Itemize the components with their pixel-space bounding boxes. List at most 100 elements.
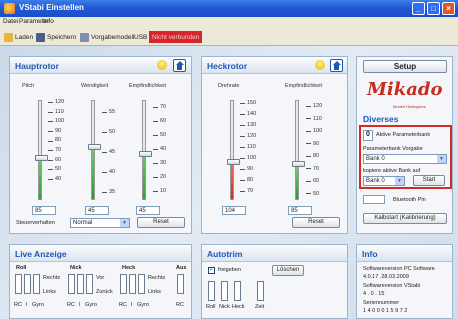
panel-title: Autotrim: [207, 249, 243, 259]
live-bar: [138, 274, 145, 294]
connection-status: Nicht verbunden: [149, 31, 203, 43]
reset-button[interactable]: Reset: [137, 217, 185, 228]
menu-info[interactable]: Info: [43, 18, 54, 25]
live-label: Rechts: [43, 275, 61, 281]
close-button[interactable]: ×: [442, 2, 455, 15]
pitch-value-field[interactable]: 85: [32, 206, 56, 215]
slider-thumb[interactable]: [35, 155, 48, 161]
drehrate-value-field[interactable]: 104: [222, 206, 246, 215]
panel-header: Info: [357, 245, 452, 262]
active-set-field[interactable]: 0: [363, 130, 373, 141]
panel-title: Live Anzeige: [15, 249, 67, 259]
live-bar: [120, 274, 127, 294]
menu-bar: Datei Parameter Info: [0, 17, 458, 28]
panel-title: Hauptrotor: [15, 61, 59, 71]
app-icon: [4, 3, 15, 14]
group-label: Roll: [16, 265, 27, 271]
heck-empfindlichkeit-value-field[interactable]: 85: [288, 206, 312, 215]
minimize-button[interactable]: _: [412, 2, 425, 15]
default-model-button[interactable]: Vorgabemodell: [80, 31, 134, 43]
loeschen-button[interactable]: Löschen: [272, 265, 304, 276]
live-bar: [86, 274, 93, 294]
empfindlichkeit-value-field[interactable]: 45: [136, 206, 160, 215]
info-line: Softwareversion VStabi: [363, 283, 421, 289]
calibration-button[interactable]: Kalbstart (Kalibrierung): [363, 213, 447, 224]
slider-thumb[interactable]: [292, 161, 305, 167]
home-icon[interactable]: [330, 59, 343, 72]
diverses-title: Diverses: [363, 114, 399, 124]
trim-label: Roll: [206, 304, 216, 310]
trim-bar: [221, 281, 228, 301]
mikado-logo: Mikado: [367, 79, 443, 100]
column-label: Pitch: [22, 83, 35, 89]
setup-panel: Setup Mikado Modell Helikopters Diverses…: [356, 56, 453, 234]
group-label: Heck: [122, 265, 136, 271]
main-area: Hauptrotor Pitch Wendigkeit Empfindlichk…: [0, 46, 458, 319]
chevron-down-icon: ▼: [395, 177, 404, 185]
start-button[interactable]: Start: [413, 175, 445, 186]
setup-button[interactable]: Setup: [363, 60, 447, 73]
wendigkeit-slider[interactable]: [88, 100, 101, 200]
toolbar: Laden Speichern Vorgabemodell USB Nicht …: [0, 28, 458, 46]
steuerverhalten-select[interactable]: Normal ▼: [70, 218, 130, 228]
save-button[interactable]: Speichern: [36, 31, 76, 43]
panel-header: Autotrim: [202, 245, 347, 262]
trim-label: Heck: [232, 304, 245, 310]
gyro-label: Gyro: [32, 302, 44, 308]
wendigkeit-value-field[interactable]: 45: [85, 206, 109, 215]
rc-label: RC: [176, 302, 184, 308]
home-icon[interactable]: [173, 59, 186, 72]
live-label: Vor: [96, 275, 105, 281]
column-label: Empfindlichkeit: [129, 83, 166, 89]
live-label: Rechts: [148, 275, 166, 281]
load-button[interactable]: Laden: [4, 31, 33, 43]
info-panel: Info Softwareversion PC Software 4.0.17 …: [356, 244, 453, 319]
active-set-label: Aktive Parameterbank: [376, 132, 431, 138]
empfindlichkeit-scale: 70 60 50 40 30 20 10: [153, 100, 166, 198]
empfindlichkeit-slider[interactable]: [139, 100, 152, 200]
slider-thumb[interactable]: [227, 159, 240, 165]
panel-title: Info: [362, 249, 378, 259]
freigeben-checkbox[interactable]: [208, 265, 215, 274]
bluetooth-pin-field[interactable]: [363, 195, 385, 204]
i-label: I: [79, 302, 81, 308]
slider-thumb[interactable]: [139, 151, 152, 157]
reset-button[interactable]: Reset: [292, 217, 340, 228]
heck-empfindlichkeit-scale: 120 110 100 90 80 70 60 50: [306, 100, 322, 200]
column-label: Drehrate: [218, 83, 240, 89]
preset-select[interactable]: Bank 0 ▼: [363, 154, 447, 164]
live-label: Links: [148, 289, 161, 295]
column-label: Empfindlichkeit: [285, 83, 322, 89]
menu-datei[interactable]: Datei: [3, 18, 18, 25]
info-line: 4 . 0 . 15: [363, 291, 385, 297]
heck-empfindlichkeit-slider[interactable]: [292, 100, 305, 200]
live-panel: Live Anzeige Roll Nick Heck Aux Rechts L…: [9, 244, 192, 319]
gyro-label: Gyro: [137, 302, 149, 308]
panel-header: Live Anzeige: [10, 245, 191, 262]
pitch-scale: 120 110 100 90 80 70 60 50 40: [48, 98, 64, 184]
chevron-down-icon: ▼: [120, 219, 129, 227]
maximize-button[interactable]: □: [427, 2, 440, 15]
info-line: 1 4 0 0 0 1 5 9 7 2: [363, 308, 408, 314]
i-label: I: [26, 302, 28, 308]
info-line: Seriennummer: [363, 300, 400, 306]
drehrate-scale: 150 140 130 120 110 100 90 80 70: [240, 98, 256, 197]
wendigkeit-scale: 55 50 45 40 35: [102, 102, 115, 202]
live-bar: [177, 274, 184, 294]
trim-bar: [208, 281, 215, 301]
hauptrotor-panel: Hauptrotor Pitch Wendigkeit Empfindlichk…: [9, 56, 192, 234]
pitch-slider[interactable]: [35, 100, 48, 200]
folder-icon: [4, 32, 13, 42]
trim-label: Zeit: [255, 304, 265, 310]
live-bar: [33, 274, 40, 294]
rc-label: RC: [14, 302, 22, 308]
freigeben-label: freigeben: [218, 267, 241, 273]
title-bar: VStabi Einstellen _ □ ×: [0, 0, 458, 17]
logo-subtitle: Modell Helikopters: [393, 104, 426, 109]
copy-select[interactable]: Bank 0 ▼: [363, 176, 405, 186]
slider-thumb[interactable]: [88, 144, 101, 150]
drehrate-slider[interactable]: [227, 100, 240, 200]
smiley-icon: [315, 60, 325, 70]
trim-bar: [234, 281, 241, 301]
chevron-down-icon: ▼: [437, 155, 446, 163]
